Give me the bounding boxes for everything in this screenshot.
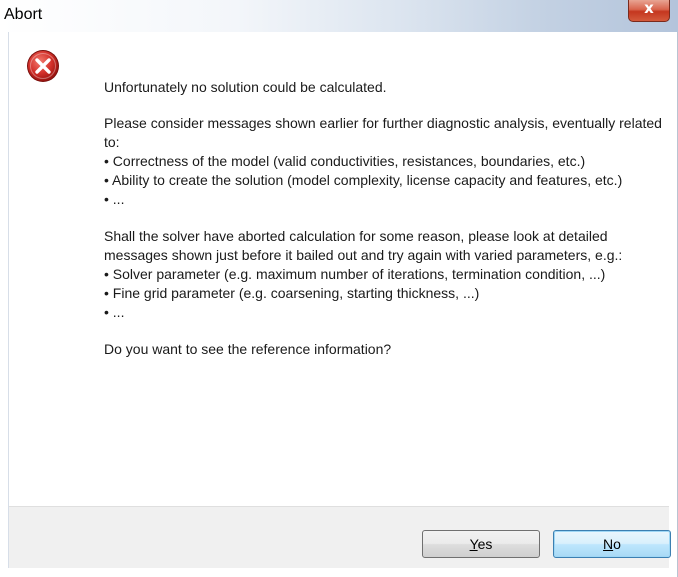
diagnostic-paragraph: Please consider messages shown earlier f… [104, 115, 662, 150]
message-heading: Unfortunately no solution could be calcu… [104, 79, 387, 95]
message-text: Unfortunately no solution could be calcu… [104, 78, 664, 359]
close-icon: x [644, 0, 654, 17]
no-mnemonic: N [603, 536, 614, 552]
yes-mnemonic: Y [469, 536, 478, 552]
no-button[interactable]: No [553, 530, 671, 558]
abort-dialog: Abort x Unfortunately no solution could … [0, 0, 678, 577]
title-bar[interactable]: Abort x [0, 0, 678, 32]
window-title: Abort [4, 6, 43, 23]
close-button[interactable]: x [628, 0, 670, 22]
question-text: Do you want to see the reference informa… [104, 341, 392, 357]
solver-paragraph: Shall the solver have aborted calculatio… [104, 228, 623, 263]
no-label: o [613, 536, 621, 552]
button-bar: Yes No [9, 506, 671, 568]
yes-label: es [477, 536, 493, 552]
parameter-list: • Solver parameter (e.g. maximum number … [104, 265, 664, 322]
list-item: • Solver parameter (e.g. maximum number … [104, 266, 606, 282]
list-item: • Correctness of the model (valid conduc… [104, 153, 586, 169]
list-item: • Fine grid parameter (e.g. coarsening, … [104, 285, 480, 301]
yes-button[interactable]: Yes [422, 530, 540, 558]
list-item: • ... [104, 304, 125, 320]
error-icon [27, 50, 59, 82]
list-item: • Ability to create the solution (model … [104, 172, 623, 188]
diagnostic-list: • Correctness of the model (valid conduc… [104, 152, 664, 209]
list-item: • ... [104, 191, 125, 207]
